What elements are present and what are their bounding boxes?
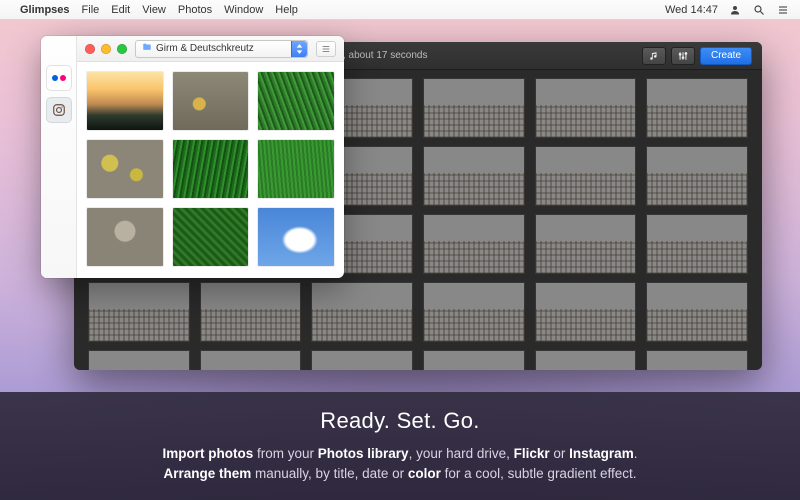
main-thumbnail[interactable] xyxy=(88,282,190,342)
main-thumbnail[interactable] xyxy=(423,282,525,342)
main-thumbnail[interactable] xyxy=(200,282,302,342)
spotlight-search-icon[interactable] xyxy=(752,3,766,17)
browser-thumbnail[interactable] xyxy=(258,140,334,198)
main-thumbnail[interactable] xyxy=(423,78,525,138)
main-thumbnail[interactable] xyxy=(535,350,637,370)
main-thumbnail[interactable] xyxy=(646,350,748,370)
main-thumbnail[interactable] xyxy=(423,146,525,206)
main-thumbnail[interactable] xyxy=(646,214,748,274)
browser-thumbnail[interactable] xyxy=(258,208,334,266)
menubar-app-menus: Glimpses File Edit View Photos Window He… xyxy=(20,4,298,16)
main-thumbnail[interactable] xyxy=(646,146,748,206)
mac-menubar: Glimpses File Edit View Photos Window He… xyxy=(0,0,800,20)
minimize-button[interactable] xyxy=(101,44,111,54)
folder-icon xyxy=(142,42,152,55)
close-button[interactable] xyxy=(85,44,95,54)
browser-thumbnail[interactable] xyxy=(87,208,163,266)
flickr-icon xyxy=(52,75,66,81)
menubar-item-photos[interactable]: Photos xyxy=(178,4,212,16)
album-name: Girm & Deutschkreutz xyxy=(156,43,254,54)
caption-body: Import photos from your Photos library, … xyxy=(163,444,638,483)
browser-thumbnail[interactable] xyxy=(87,72,163,130)
browser-thumbnail[interactable] xyxy=(173,72,249,130)
main-thumbnail[interactable] xyxy=(535,282,637,342)
menubar-app-name[interactable]: Glimpses xyxy=(20,4,70,16)
view-mode-toggle[interactable] xyxy=(316,41,336,57)
settings-sliders-button[interactable] xyxy=(671,47,695,65)
main-thumbnail[interactable] xyxy=(311,282,413,342)
main-thumbnail[interactable] xyxy=(88,350,190,370)
browser-thumbnail[interactable] xyxy=(173,140,249,198)
menubar-item-file[interactable]: File xyxy=(82,4,100,16)
browser-thumbnail-grid[interactable] xyxy=(77,62,344,278)
desktop: Glimpses File Edit View Photos Window He… xyxy=(0,0,800,500)
zoom-button[interactable] xyxy=(117,44,127,54)
create-button[interactable]: Create xyxy=(700,47,752,65)
main-thumbnail[interactable] xyxy=(646,78,748,138)
main-thumbnail[interactable] xyxy=(535,146,637,206)
main-thumbnail[interactable] xyxy=(535,214,637,274)
menubar-item-help[interactable]: Help xyxy=(275,4,298,16)
menubar-status-area: Wed 14:47 xyxy=(665,3,790,17)
caption-headline: Ready. Set. Go. xyxy=(320,408,479,434)
main-thumbnail[interactable] xyxy=(423,350,525,370)
instagram-icon xyxy=(52,103,66,117)
main-thumbnail[interactable] xyxy=(423,214,525,274)
menubar-item-window[interactable]: Window xyxy=(224,4,263,16)
notification-center-icon[interactable] xyxy=(776,3,790,17)
browser-thumbnail[interactable] xyxy=(258,72,334,130)
source-instagram-button[interactable] xyxy=(47,98,71,122)
menubar-item-edit[interactable]: Edit xyxy=(111,4,130,16)
album-select[interactable]: Girm & Deutschkreutz xyxy=(135,40,308,58)
browser-titlebar: Girm & Deutschkreutz xyxy=(77,36,344,62)
music-button[interactable] xyxy=(642,47,666,65)
browser-thumbnail[interactable] xyxy=(173,208,249,266)
main-thumbnail[interactable] xyxy=(646,282,748,342)
source-flickr-button[interactable] xyxy=(47,66,71,90)
source-sidebar xyxy=(41,36,77,278)
menubar-item-view[interactable]: View xyxy=(142,4,166,16)
dropdown-arrows-icon xyxy=(291,41,307,57)
album-browser-window: Girm & Deutschkreutz xyxy=(41,36,344,278)
main-thumbnail[interactable] xyxy=(535,78,637,138)
main-thumbnail[interactable] xyxy=(200,350,302,370)
main-thumbnail[interactable] xyxy=(311,350,413,370)
window-traffic-lights xyxy=(85,44,127,54)
browser-thumbnail[interactable] xyxy=(87,140,163,198)
marketing-caption: Ready. Set. Go. Import photos from your … xyxy=(0,392,800,500)
user-icon[interactable] xyxy=(728,3,742,17)
menubar-clock[interactable]: Wed 14:47 xyxy=(665,4,718,16)
